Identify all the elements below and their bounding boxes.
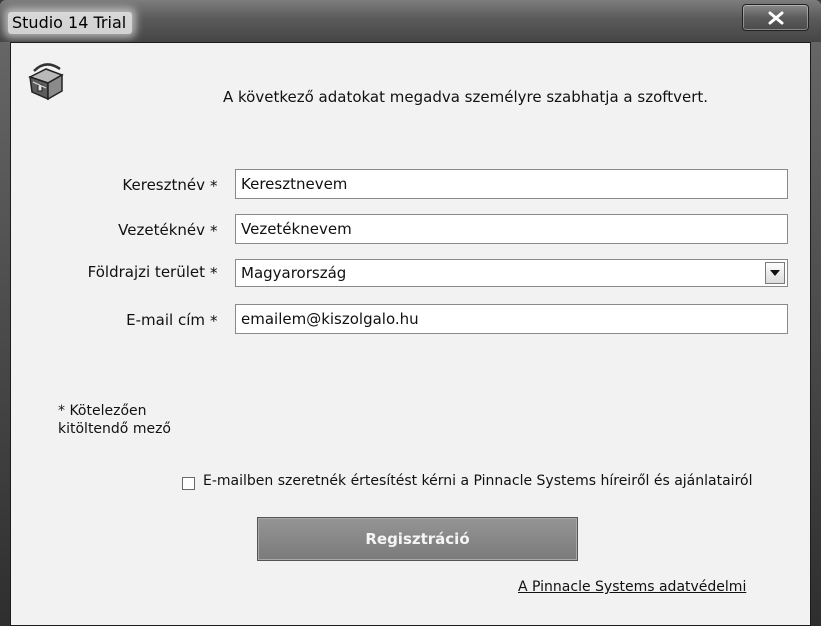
newsletter-checkbox[interactable]: [182, 477, 195, 490]
register-button[interactable]: Regisztráció: [257, 517, 578, 561]
chevron-down-icon: [770, 270, 780, 276]
email-input[interactable]: [235, 304, 788, 334]
close-icon: [768, 11, 783, 24]
email-label: E-mail cím: [126, 311, 205, 329]
email-required-marker: *: [210, 312, 218, 330]
privacy-policy-link[interactable]: A Pinnacle Systems adatvédelmi: [518, 579, 746, 595]
first-name-label: Keresztnév: [122, 176, 205, 194]
intro-text: A következő adatokat megadva személyre s…: [223, 88, 709, 106]
last-name-label: Vezetéknév: [118, 221, 205, 239]
dialog-window: Studio 14 Trial A következő adatokat meg…: [0, 0, 821, 626]
first-name-input[interactable]: [235, 169, 788, 199]
last-name-input[interactable]: [235, 214, 788, 244]
region-label: Földrajzi terület: [87, 263, 205, 281]
first-name-required-marker: *: [210, 177, 218, 195]
dialog-content: A következő adatokat megadva személyre s…: [10, 42, 811, 626]
newsletter-checkbox-label[interactable]: E-mailben szeretnék értesítést kérni a P…: [203, 473, 752, 489]
last-name-required-marker: *: [210, 222, 218, 240]
dropdown-button[interactable]: [765, 262, 785, 284]
window-title: Studio 14 Trial: [8, 12, 133, 34]
close-button[interactable]: [742, 4, 809, 31]
treasure-chest-icon: [28, 63, 64, 101]
region-select[interactable]: Magyarország: [235, 259, 788, 287]
region-required-marker: *: [210, 264, 218, 282]
required-fields-note: * Kötelezően kitöltendő mező: [58, 403, 171, 437]
title-bar[interactable]: Studio 14 Trial: [0, 0, 821, 42]
region-select-value: Magyarország: [241, 264, 347, 282]
